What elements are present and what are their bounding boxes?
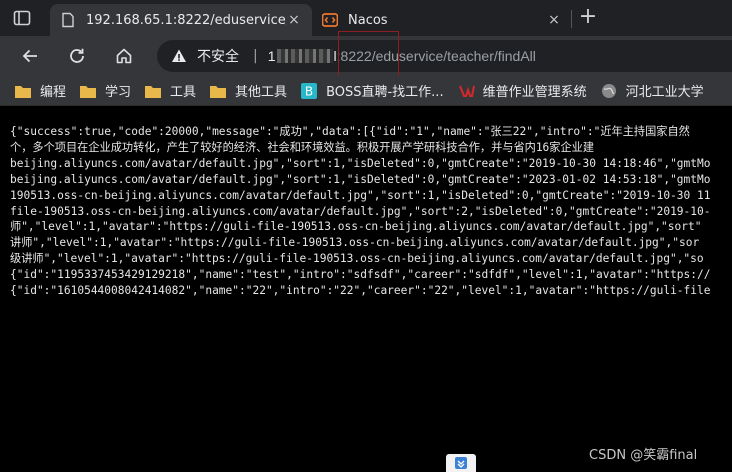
back-button[interactable] <box>16 42 44 70</box>
bookmark-label: 编程 <box>40 85 67 100</box>
tab-separator <box>571 10 572 28</box>
home-button[interactable] <box>110 42 138 70</box>
json-line: 师","level":1,"avatar":"https://guli-file… <box>10 220 702 234</box>
json-line: beijing.aliyuncs.com/avatar/default.jpg"… <box>10 156 711 170</box>
json-line: file-190513.oss-cn-beijing.aliyuncs.com/… <box>10 204 711 218</box>
tab-eduservice[interactable]: 192.168.65.1:8222/eduservice/tea × <box>50 4 312 36</box>
tab-nacos[interactable]: Nacos × <box>312 4 572 36</box>
json-line: {"id":"1610544008042414082","name":"22",… <box>10 284 711 298</box>
boss-icon: B <box>300 82 318 99</box>
bookmark-qitagongju[interactable]: 其他工具 <box>209 81 287 100</box>
bookmark-gongju[interactable]: 工具 <box>144 81 196 100</box>
json-line: 个，多个项目在企业成功转化，产生了较好的经济、社会和环境效益。积极开展产学研科技… <box>10 140 595 154</box>
json-line: 讲师","level":1,"avatar":"https://guli-fil… <box>10 236 700 250</box>
json-line: beijing.aliyuncs.com/avatar/default.jpg"… <box>10 172 711 186</box>
address-divider: | <box>253 48 258 64</box>
bookmark-weipu[interactable]: 维普作业管理系统 <box>457 81 587 100</box>
bookmark-label: 维普作业管理系统 <box>482 85 587 100</box>
bookmark-xuexi[interactable]: 学习 <box>79 81 131 100</box>
svg-text:B: B <box>305 84 313 98</box>
url-path: /eduservice/teacher/findAll <box>371 48 536 64</box>
bookmark-label: 河北工业大学 <box>625 85 704 100</box>
json-line: {"id":"1195337453429129218","name":"test… <box>10 268 711 282</box>
not-secure-label: 不安全 <box>197 49 239 65</box>
bookmark-hebut[interactable]: 河北工业大学 <box>600 81 704 100</box>
nacos-icon <box>321 12 339 28</box>
scroll-down-button[interactable] <box>446 454 476 472</box>
address-bar[interactable]: 不安全 | 1 l :8222 /eduservice/teacher/find… <box>157 40 732 72</box>
reload-button[interactable] <box>63 42 91 70</box>
bookmark-boss[interactable]: B BOSS直聘-找工作... <box>300 81 444 100</box>
close-tab-icon[interactable]: × <box>286 12 302 28</box>
tab-actions-icon[interactable] <box>12 8 32 28</box>
globe-icon <box>600 83 618 99</box>
bookmark-label: 学习 <box>105 85 132 100</box>
folder-icon <box>79 83 97 99</box>
toolbar: 不安全 | 1 l :8222 /eduservice/teacher/find… <box>0 36 732 76</box>
chevron-down-icon <box>454 455 468 472</box>
warning-icon[interactable] <box>171 48 187 64</box>
host-prefix: 1 <box>267 48 276 64</box>
page-icon <box>60 12 76 28</box>
folder-icon <box>144 83 162 99</box>
tab-title: 192.168.65.1:8222/eduservice/tea <box>86 12 286 28</box>
close-tab-icon[interactable]: × <box>546 12 562 28</box>
folder-icon <box>14 83 32 99</box>
bookmarks-bar: 编程 学习 工具 其他工具 B BOSS直聘-找工作... 维普作业管理系统 河… <box>0 76 732 106</box>
url-port: :8222 <box>336 48 372 64</box>
bookmark-label: 其他工具 <box>235 85 288 100</box>
bookmark-label: BOSS直聘-找工作... <box>326 85 444 100</box>
redacted-host <box>276 49 333 63</box>
tab-strip: 192.168.65.1:8222/eduservice/tea × Nacos… <box>0 0 732 36</box>
bookmark-biancheng[interactable]: 编程 <box>14 81 66 100</box>
tab-title: Nacos <box>348 12 388 28</box>
bookmark-label: 工具 <box>170 85 197 100</box>
csdn-watermark: CSDN @笑霸final <box>589 448 698 463</box>
weipu-icon <box>457 83 475 99</box>
json-line: {"success":true,"code":20000,"message":"… <box>10 125 690 138</box>
json-line: 190513.oss-cn-beijing.aliyuncs.com/avata… <box>10 188 711 202</box>
json-response-body: {"success":true,"code":20000,"message":"… <box>0 106 732 472</box>
folder-icon <box>209 83 227 99</box>
json-line: 级讲师","level":1,"avatar":"https://guli-fi… <box>10 252 704 266</box>
new-tab-button[interactable]: + <box>578 6 598 30</box>
